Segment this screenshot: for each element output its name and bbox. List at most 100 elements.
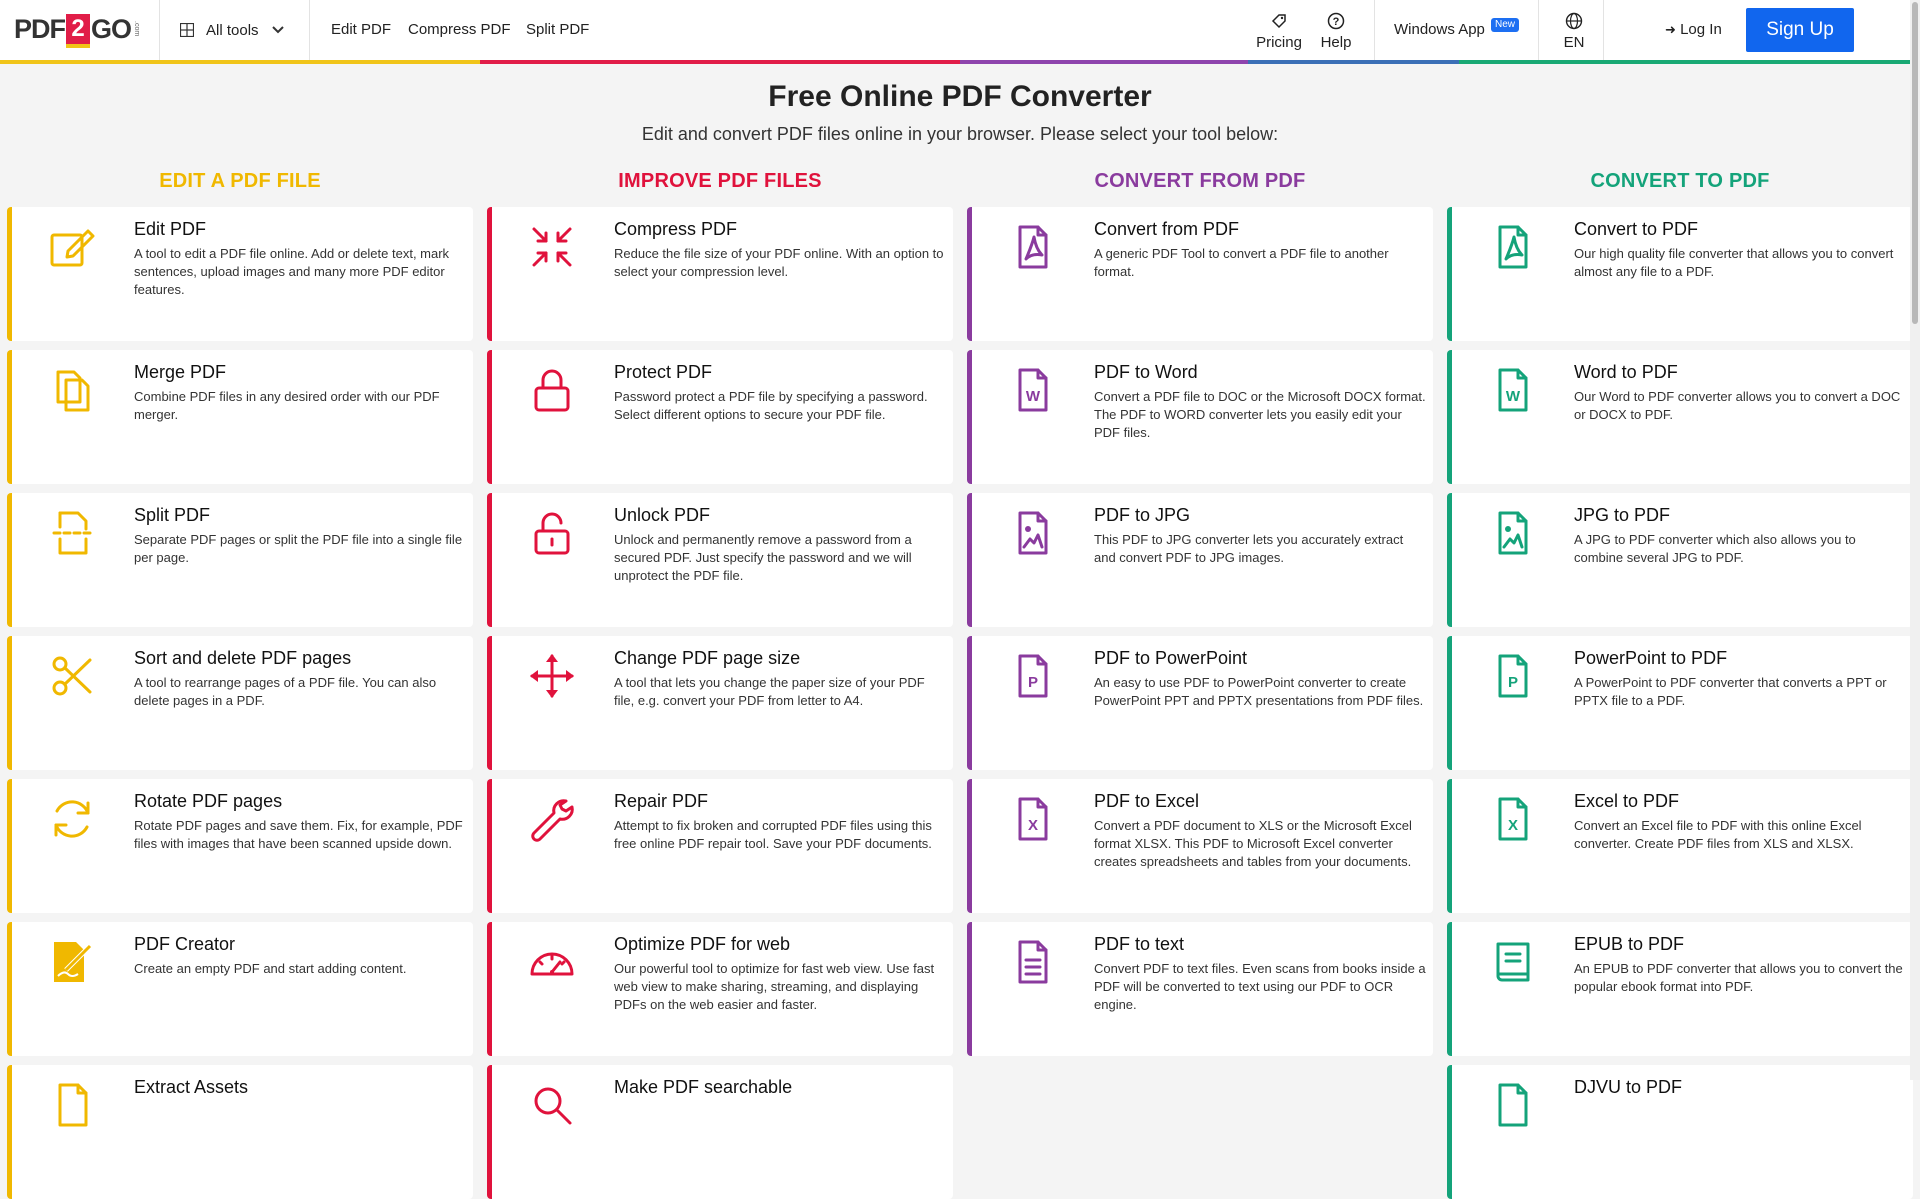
tool-card-edit-pdf[interactable]: Edit PDF A tool to edit a PDF file online…	[7, 207, 473, 341]
login-link[interactable]: ➜ Log In	[1665, 0, 1722, 60]
tool-card-compress-pdf[interactable]: Compress PDF Reduce the file size of your…	[487, 207, 953, 341]
tool-description: Combine PDF files in any desired order w…	[134, 389, 440, 422]
tool-title: Extract Assets	[134, 1077, 249, 1097]
tool-card-optimize-pdf-for-web[interactable]: Optimize PDF for web Our powerful tool to…	[487, 922, 953, 1056]
tool-card-word-to-pdf[interactable]: W Word to PDF Our Word to PDF converter al…	[1447, 350, 1913, 484]
tool-description: A PowerPoint to PDF converter that conve…	[1574, 675, 1887, 708]
nav-edit-pdf[interactable]: Edit PDF	[331, 0, 391, 60]
page-title: Free Online PDF Converter	[768, 80, 1152, 113]
tool-title: Word to PDF	[1574, 362, 1678, 382]
pdf-file-icon	[1006, 221, 1058, 273]
tool-description: Password protect a PDF file by specifyin…	[614, 389, 928, 422]
svg-text:W: W	[1026, 388, 1041, 405]
tool-title: Sort and delete PDF pages	[134, 648, 352, 668]
tool-description: Our high quality file converter that all…	[1574, 246, 1894, 279]
help-link[interactable]: ? Help	[1316, 8, 1356, 51]
tool-card-pdf-creator[interactable]: PDF Creator Create an empty PDF and start…	[7, 922, 473, 1056]
search-icon	[526, 1079, 578, 1131]
tool-card-change-pdf-page-size[interactable]: Change PDF page size A tool that lets you…	[487, 636, 953, 770]
tool-title: DJVU to PDF	[1574, 1077, 1683, 1097]
tool-description: A JPG to PDF converter which also allows…	[1574, 532, 1856, 565]
svg-text:P: P	[1028, 674, 1038, 691]
tool-title: Convert from PDF	[1094, 219, 1240, 239]
compress-icon	[526, 221, 578, 273]
tool-title: Optimize PDF for web	[614, 934, 791, 954]
tool-card-extract-assets[interactable]: Extract Assets	[7, 1065, 473, 1199]
tool-title: JPG to PDF	[1574, 505, 1671, 525]
tool-card-repair-pdf[interactable]: Repair PDF Attempt to fix broken and corr…	[487, 779, 953, 913]
tool-title: Excel to PDF	[1574, 791, 1680, 811]
extract-icon	[46, 1079, 98, 1131]
tool-card-powerpoint-to-pdf[interactable]: P PowerPoint to PDF A PowerPoint to PDF co…	[1447, 636, 1913, 770]
language-selector[interactable]: EN	[1556, 8, 1592, 51]
divider	[1374, 0, 1375, 60]
tool-card-convert-from-pdf[interactable]: Convert from PDF A generic PDF Tool to co…	[967, 207, 1433, 341]
column-heading-to: CONVERT TO PDF	[1590, 170, 1770, 192]
pricing-link[interactable]: Pricing	[1254, 8, 1304, 51]
tool-title: PDF to Excel	[1094, 791, 1200, 811]
nav-compress-pdf[interactable]: Compress PDF	[408, 0, 511, 60]
chevron-down-icon	[271, 26, 284, 34]
wrench-icon	[526, 793, 578, 845]
tool-card-rotate-pdf-pages[interactable]: Rotate PDF pages Rotate PDF pages and sav…	[7, 779, 473, 913]
tag-icon	[1271, 14, 1286, 29]
djvu-icon	[1486, 1079, 1538, 1131]
tool-description: An easy to use PDF to PowerPoint convert…	[1094, 675, 1424, 708]
word-file-icon: W	[1006, 364, 1058, 416]
tool-description: Reduce the file size of your PDF online.…	[614, 246, 944, 279]
tool-description: Unlock and permanently remove a password…	[614, 532, 912, 583]
tool-card-unlock-pdf[interactable]: Unlock PDF Unlock and permanently remove …	[487, 493, 953, 627]
image-file-icon	[1006, 507, 1058, 559]
scrollbar-thumb[interactable]	[1912, 2, 1918, 324]
tool-description: A tool to edit a PDF file online. Add or…	[134, 246, 450, 297]
tool-title: PowerPoint to PDF	[1574, 648, 1728, 668]
tool-card-convert-to-pdf[interactable]: Convert to PDF Our high quality file conv…	[1447, 207, 1913, 341]
tool-card-pdf-to-jpg[interactable]: PDF to JPG This PDF to JPG converter lets…	[967, 493, 1433, 627]
signup-button[interactable]: Sign Up	[1746, 8, 1854, 52]
tool-card-pdf-to-excel[interactable]: X PDF to Excel Convert a PDF document to X…	[967, 779, 1433, 913]
tool-card-epub-to-pdf[interactable]: EPUB to PDF An EPUB to PDF converter that…	[1447, 922, 1913, 1056]
tool-title: Repair PDF	[614, 791, 709, 811]
tool-card-pdf-to-powerpoint[interactable]: P PDF to PowerPoint An easy to use PDF to …	[967, 636, 1433, 770]
tool-title: PDF to JPG	[1094, 505, 1191, 525]
tool-card-pdf-to-word[interactable]: W PDF to Word Convert a PDF file to DOC or…	[967, 350, 1433, 484]
grid-icon	[180, 23, 194, 37]
color-stripe	[0, 60, 1920, 64]
page-subtitle: Edit and convert PDF files online in you…	[641, 124, 1279, 144]
svg-text:X: X	[1508, 817, 1518, 834]
login-icon: ➜	[1665, 22, 1676, 37]
windows-app-link[interactable]: Windows App	[1394, 0, 1485, 60]
tool-title: Edit PDF	[134, 219, 207, 239]
tool-card-excel-to-pdf[interactable]: X Excel to PDF Convert an Excel file to PD…	[1447, 779, 1913, 913]
logo-com: .com	[133, 21, 141, 37]
tool-card-pdf-to-text[interactable]: PDF to text Convert PDF to text files. Ev…	[967, 922, 1433, 1056]
tool-title: PDF to Word	[1094, 362, 1198, 382]
column-heading-from: CONVERT FROM PDF	[1094, 170, 1306, 192]
excel-file-icon: X	[1006, 793, 1058, 845]
tool-description: Create an empty PDF and start adding con…	[134, 961, 407, 976]
svg-text:W: W	[1506, 388, 1521, 405]
tool-description: Convert PDF to text files. Even scans fr…	[1094, 961, 1426, 1012]
help-label: Help	[1320, 34, 1352, 51]
top-header: PDF 2 GO .com All tools Edit PDF Compress P…	[0, 0, 1920, 60]
tool-description: An EPUB to PDF converter that allows you…	[1574, 961, 1903, 994]
book-icon	[1486, 936, 1538, 988]
tool-card-protect-pdf[interactable]: Protect PDF Password protect a PDF file b…	[487, 350, 953, 484]
tool-description: A tool to rearrange pages of a PDF file.…	[134, 675, 437, 708]
tool-card-sort-and-delete-pdf-pages[interactable]: Sort and delete PDF pages A tool to rearr…	[7, 636, 473, 770]
tool-card-jpg-to-pdf[interactable]: JPG to PDF A JPG to PDF converter which a…	[1447, 493, 1913, 627]
pdf-file-icon	[1486, 221, 1538, 273]
all-tools-dropdown[interactable]: All tools	[180, 0, 285, 60]
pdf2go-logo[interactable]: PDF 2 GO .com	[14, 12, 141, 48]
tool-card-make-pdf-searchable[interactable]: Make PDF searchable	[487, 1065, 953, 1199]
nav-split-pdf[interactable]: Split PDF	[526, 0, 589, 60]
pricing-label: Pricing	[1256, 34, 1302, 51]
column-heading-edit: EDIT A PDF FILE	[159, 170, 321, 192]
tool-title: Merge PDF	[134, 362, 227, 382]
tool-card-djvu-to-pdf[interactable]: DJVU to PDF	[1447, 1065, 1913, 1199]
tool-card-split-pdf[interactable]: Split PDF Separate PDF pages or split the…	[7, 493, 473, 627]
rotate-icon	[46, 793, 98, 845]
tool-card-merge-pdf[interactable]: Merge PDF Combine PDF files in any desire…	[7, 350, 473, 484]
split-icon	[46, 507, 98, 559]
tool-title: Rotate PDF pages	[134, 791, 283, 811]
